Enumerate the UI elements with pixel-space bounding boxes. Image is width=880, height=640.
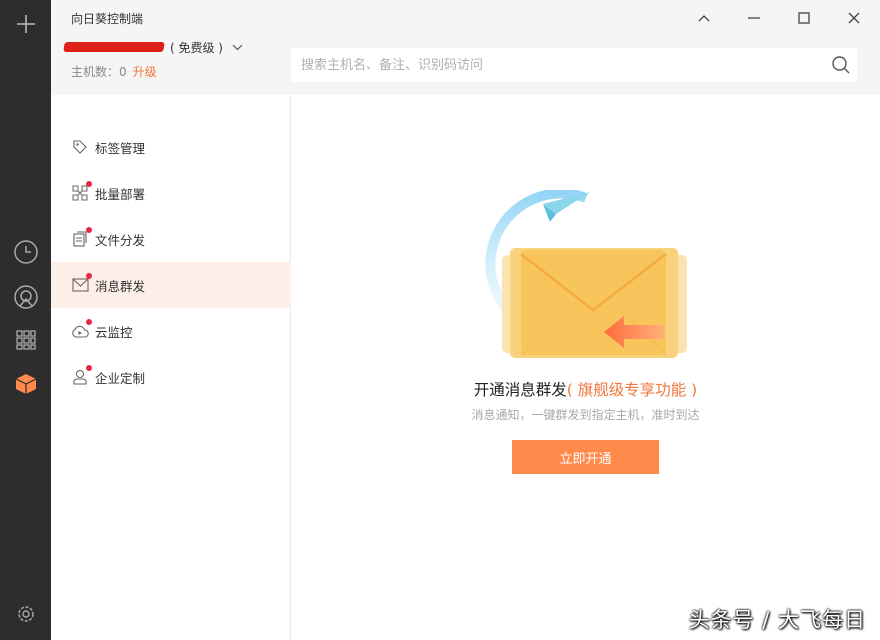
promo-subtitle: 消息通知，一键群发到指定主机，准时到达	[471, 408, 700, 422]
minimize-icon[interactable]	[743, 8, 765, 28]
promo-title-text: 开通消息群发	[473, 381, 567, 399]
sidebar-item-tag-management[interactable]: 标签管理	[51, 124, 291, 170]
sidebar-item-label: 企业定制	[95, 370, 146, 386]
redacted-account-name	[63, 42, 165, 52]
sidebar-item-label: 标签管理	[95, 140, 146, 156]
sidebar-item-label: 批量部署	[95, 186, 146, 202]
chevron-down-icon	[232, 44, 243, 50]
account-tier: ( 免费级 )	[170, 40, 223, 55]
sidebar-item-label: 文件分发	[95, 232, 146, 248]
remote-icon[interactable]	[12, 283, 39, 310]
maximize-icon[interactable]	[793, 8, 815, 28]
sidebar: 标签管理 批量部署 文件分发 消息群发 云监控 企业定制	[51, 95, 291, 640]
new-badge	[86, 319, 92, 325]
chevron-up-icon[interactable]	[693, 8, 715, 28]
sidebar-item-label: 消息群发	[95, 278, 146, 294]
user-icon	[71, 365, 92, 386]
left-rail	[0, 0, 51, 640]
search-input[interactable]	[291, 48, 821, 82]
new-badge	[86, 273, 92, 279]
sidebar-item-cloud-monitor[interactable]: 云监控	[51, 308, 291, 354]
search-box	[291, 48, 857, 82]
sidebar-item-file-distribution[interactable]: 文件分发	[51, 216, 291, 262]
tag-icon	[71, 138, 89, 156]
mail-icon	[71, 273, 92, 294]
close-icon[interactable]	[843, 8, 865, 28]
deploy-icon	[71, 181, 92, 202]
file-icon	[71, 227, 92, 248]
upgrade-link[interactable]: 升级	[133, 65, 157, 79]
window-title: 向日葵控制端	[71, 12, 144, 26]
new-badge	[86, 181, 92, 187]
new-badge	[86, 227, 92, 233]
cloud-monitor-icon	[71, 319, 92, 340]
host-count: 主机数：0 升级	[71, 63, 157, 80]
watermark: 头条号 / 大飞每日	[688, 608, 866, 632]
sidebar-item-enterprise-custom[interactable]: 企业定制	[51, 354, 291, 400]
sidebar-item-label: 云监控	[95, 324, 133, 340]
message-broadcast-illustration	[485, 190, 687, 358]
box-icon[interactable]	[12, 370, 39, 397]
plus-icon[interactable]	[12, 10, 39, 37]
host-count-label: 主机数：0	[71, 65, 127, 79]
activate-button[interactable]: 立即开通	[512, 440, 659, 474]
gear-icon[interactable]	[12, 600, 39, 627]
sidebar-item-message-broadcast[interactable]: 消息群发	[51, 262, 291, 308]
account-selector[interactable]: ( 免费级 )	[63, 38, 243, 56]
sidebar-item-batch-deploy[interactable]: 批量部署	[51, 170, 291, 216]
header: 向日葵控制端 ( 免费级 ) 主机数：0 升级	[51, 0, 880, 95]
new-badge	[86, 365, 92, 371]
promo-highlight: ( 旗舰级专享功能 )	[566, 381, 698, 399]
apps-grid-icon[interactable]	[12, 326, 39, 353]
search-icon[interactable]	[831, 55, 851, 79]
main-panel: 开通消息群发( 旗舰级专享功能 ) 消息通知，一键群发到指定主机，准时到达 立即…	[291, 95, 880, 640]
promo-title: 开通消息群发( 旗舰级专享功能 )	[291, 378, 880, 400]
clock-icon[interactable]	[12, 238, 39, 265]
